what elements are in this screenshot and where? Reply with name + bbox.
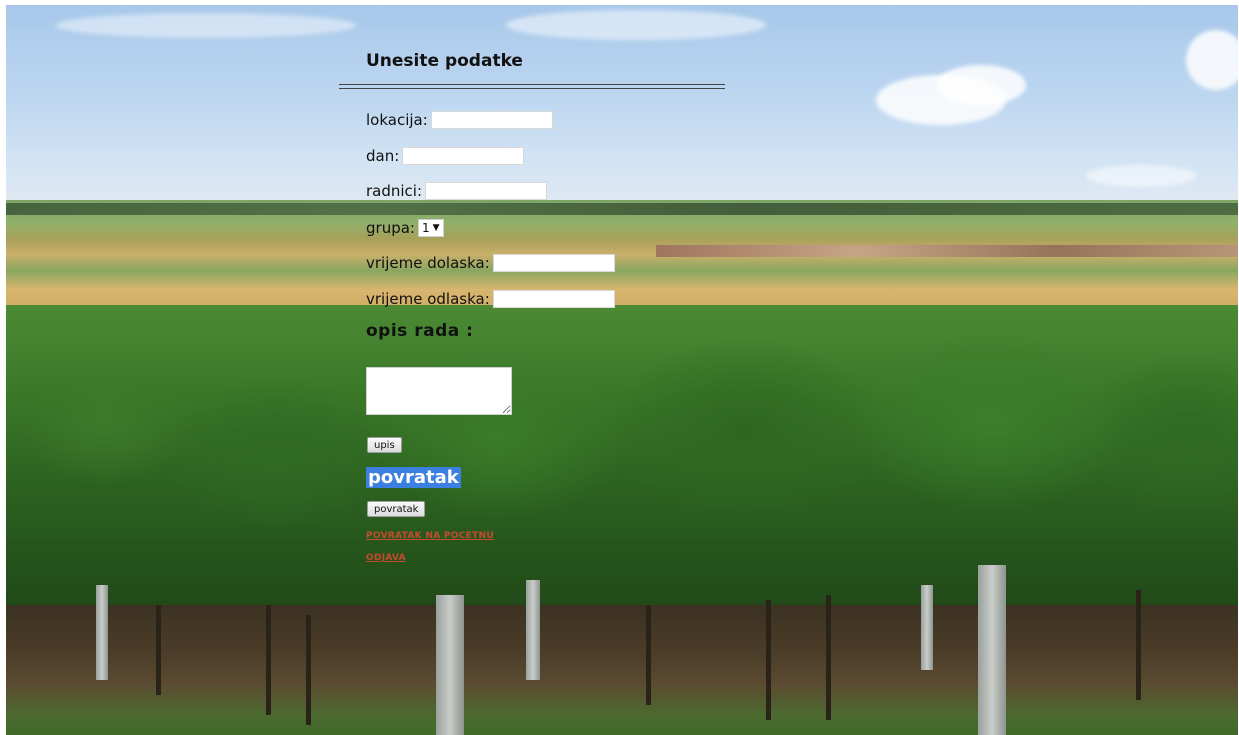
location-row: lokacija: — [366, 111, 553, 129]
vine-post — [96, 585, 108, 680]
submit-button[interactable]: upis — [367, 437, 402, 453]
arrival-time-input[interactable] — [492, 254, 615, 272]
workers-label: radnici: — [366, 182, 423, 200]
group-select-value: 1 — [421, 221, 430, 235]
arrival-label: vrijeme dolaska: — [366, 254, 490, 272]
location-label: lokacija: — [366, 111, 428, 129]
group-row: grupa: 1 ▼ — [366, 219, 444, 237]
workers-input[interactable] — [425, 182, 548, 200]
cloud — [1186, 30, 1238, 90]
workers-row: radnici: — [366, 182, 548, 200]
home-link[interactable]: POVRATAK NA POCETNU — [366, 531, 494, 541]
cloud — [936, 65, 1026, 105]
cloud — [56, 13, 356, 38]
chevron-down-icon: ▼ — [432, 223, 440, 233]
back-heading: povratak — [366, 467, 461, 488]
location-input[interactable] — [430, 111, 553, 129]
vine-post — [436, 595, 464, 735]
vine-trunk — [766, 600, 771, 720]
departure-row: vrijeme odlaska: — [366, 290, 615, 308]
back-button[interactable]: povratak — [367, 501, 426, 517]
logout-link[interactable]: ODJAVA — [366, 553, 406, 563]
ground — [6, 605, 1238, 735]
treeline — [6, 203, 1238, 215]
vine-trunk — [1136, 590, 1141, 700]
description-textarea[interactable] — [366, 367, 512, 415]
group-label: grupa: — [366, 219, 415, 237]
background-photo — [6, 5, 1238, 735]
day-row: dan: — [366, 147, 525, 165]
vine-trunk — [156, 605, 161, 695]
vine-trunk — [826, 595, 831, 720]
divider — [339, 84, 725, 89]
vineyard — [6, 305, 1238, 635]
group-select[interactable]: 1 ▼ — [417, 219, 444, 237]
vine-post — [921, 585, 933, 670]
day-label: dan: — [366, 147, 400, 165]
departure-time-input[interactable] — [492, 290, 615, 308]
description-heading: opis rada : — [366, 321, 474, 341]
page-title: Unesite podatke — [366, 51, 523, 71]
vine-trunk — [306, 615, 311, 725]
vine-post — [978, 565, 1006, 735]
arrival-row: vrijeme dolaska: — [366, 254, 615, 272]
day-input[interactable] — [402, 147, 525, 165]
departure-label: vrijeme odlaska: — [366, 290, 490, 308]
cloud — [1086, 165, 1196, 187]
village — [656, 245, 1238, 257]
vine-trunk — [266, 605, 271, 715]
page: Unesite podatke lokacija: dan: radnici: … — [6, 5, 1238, 735]
cloud — [506, 10, 766, 40]
vine-post — [526, 580, 540, 680]
vine-trunk — [646, 605, 651, 705]
